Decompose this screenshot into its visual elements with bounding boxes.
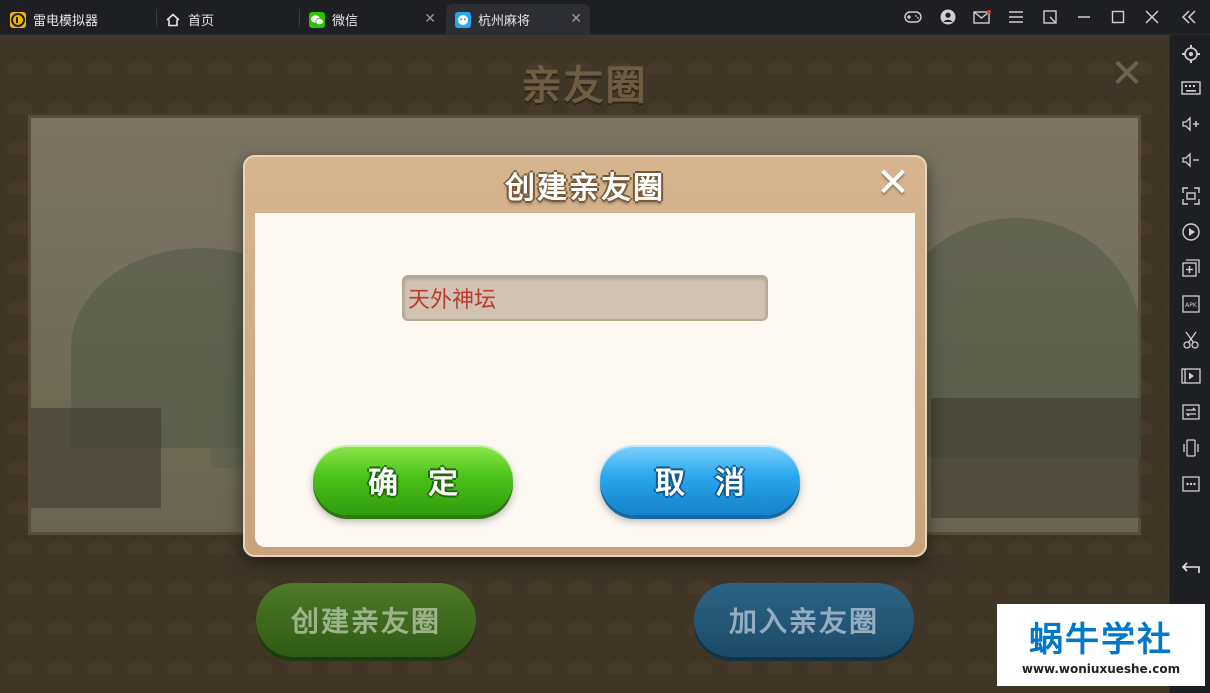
- record-icon[interactable]: [1180, 221, 1202, 243]
- tab-label: 雷电模拟器: [33, 14, 99, 29]
- tab-divider: [156, 9, 157, 27]
- minimize-icon[interactable]: [1075, 8, 1093, 26]
- tab-label: 杭州麻将: [478, 14, 531, 29]
- pin-icon[interactable]: [1041, 8, 1059, 26]
- keyboard-icon[interactable]: [1180, 77, 1202, 99]
- tab-label: 首页: [188, 14, 215, 29]
- apk-install-icon[interactable]: APK: [1180, 293, 1202, 315]
- tab-divider: [299, 9, 300, 27]
- shake-icon[interactable]: [1180, 437, 1202, 459]
- fullscreen-icon[interactable]: [1180, 185, 1202, 207]
- tab-close-icon[interactable]: ✕: [424, 12, 436, 26]
- volume-down-icon[interactable]: [1180, 149, 1202, 171]
- game-viewport: 亲友圈 ✕ 创建亲友圈 加入亲友圈 创建亲友圈 ✕ 确定 取消: [0, 35, 1169, 693]
- create-circle-dialog: 创建亲友圈 ✕ 确定 取消: [243, 155, 927, 557]
- video-icon[interactable]: [1180, 365, 1202, 387]
- volume-up-icon[interactable]: [1180, 113, 1202, 135]
- tab-ldplayer[interactable]: 雷电模拟器: [10, 4, 150, 35]
- user-avatar-icon[interactable]: [939, 8, 957, 26]
- create-circle-button[interactable]: 创建亲友圈: [256, 583, 476, 657]
- tab-hangzhou-mahjong[interactable]: 杭州麻将 ✕: [446, 4, 590, 35]
- tab-label: 微信: [332, 14, 359, 29]
- scenery-building: [31, 408, 161, 508]
- settings-icon[interactable]: [1180, 43, 1202, 65]
- maximize-icon[interactable]: [1109, 8, 1127, 26]
- join-circle-button[interactable]: 加入亲友圈: [694, 583, 914, 657]
- tab-wechat[interactable]: 微信 ✕: [309, 4, 444, 35]
- watermark-url: www.woniuxueshe.com: [1021, 662, 1181, 676]
- menu-icon[interactable]: [1007, 8, 1025, 26]
- tab-close-icon[interactable]: ✕: [570, 12, 582, 26]
- close-icon[interactable]: [1143, 8, 1161, 26]
- gamepad-icon[interactable]: [904, 8, 922, 26]
- collapse-sidebar-icon[interactable]: [1180, 8, 1198, 26]
- dialog-body: 确定 取消: [255, 213, 915, 547]
- more-icon[interactable]: [1180, 473, 1202, 495]
- back-icon[interactable]: [1180, 557, 1202, 579]
- ldplayer-logo-icon: [10, 11, 26, 28]
- circle-name-input[interactable]: [402, 275, 768, 321]
- background-close-icon[interactable]: ✕: [1110, 54, 1144, 94]
- confirm-button[interactable]: 确定: [313, 445, 513, 515]
- mail-icon[interactable]: [973, 8, 991, 26]
- screenshot-scissors-icon[interactable]: [1180, 329, 1202, 351]
- dialog-title: 创建亲友圈: [505, 171, 665, 206]
- sync-icon[interactable]: [1180, 401, 1202, 423]
- home-icon: [165, 12, 181, 28]
- scenery-building: [931, 398, 1141, 518]
- svg-text:APK: APK: [1185, 302, 1198, 309]
- dialog-close-icon[interactable]: ✕: [873, 163, 913, 203]
- emulator-sidebar: APK: [1169, 35, 1210, 693]
- watermark-title: 蜗牛学社: [1029, 620, 1173, 660]
- cancel-button[interactable]: 取消: [600, 445, 800, 515]
- game-app-icon: [455, 11, 471, 28]
- wechat-icon: [309, 11, 325, 28]
- page-title: 亲友圈: [521, 63, 648, 109]
- site-watermark: 蜗牛学社 www.woniuxueshe.com: [997, 604, 1205, 686]
- add-window-icon[interactable]: [1180, 257, 1202, 279]
- tab-home[interactable]: 首页: [165, 4, 295, 35]
- emulator-titlebar: 雷电模拟器 首页 微信 ✕ 杭州麻将 ✕: [0, 0, 1210, 35]
